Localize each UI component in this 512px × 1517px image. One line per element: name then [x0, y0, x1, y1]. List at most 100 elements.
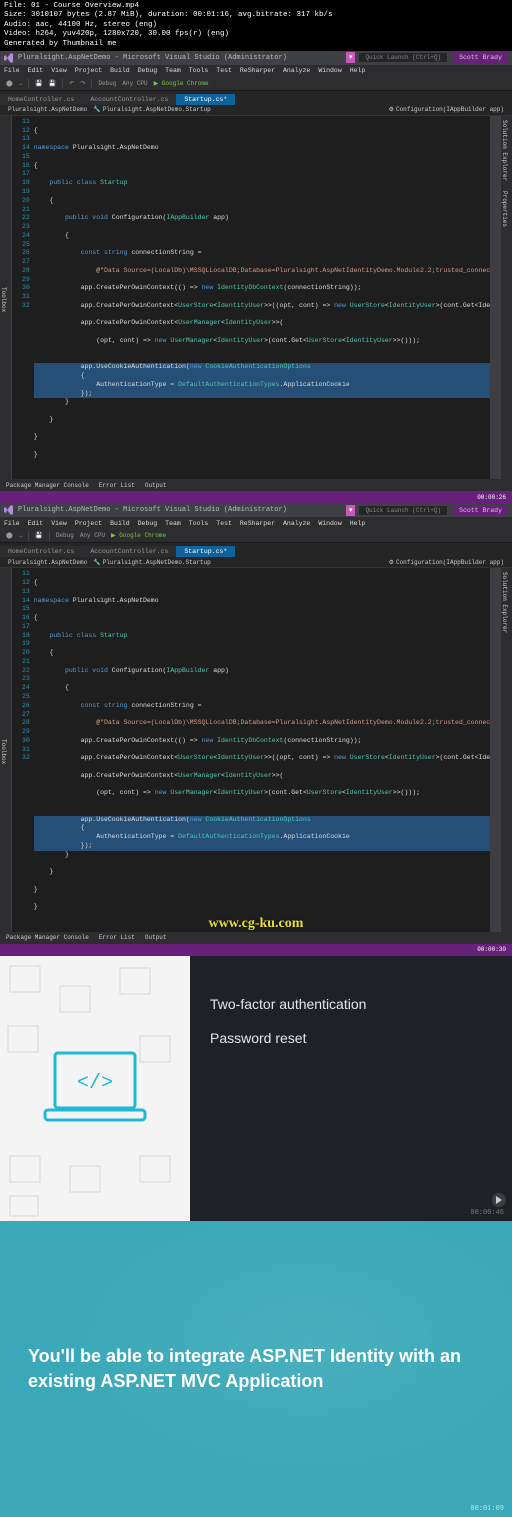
meta-size: Size: 3010107 bytes (2.87 MiB), duration… [4, 11, 508, 20]
code-content[interactable]: { namespace Pluralsight.AspNetDemo { pub… [34, 116, 490, 479]
document-tabs: HomeController.cs AccountController.cs S… [0, 91, 512, 105]
save-all-icon[interactable]: 💾 [49, 80, 56, 87]
menu-build[interactable]: Build [110, 67, 130, 74]
solution-explorer-tab[interactable]: Solution Explorer [501, 120, 508, 181]
meta-file: File: 01 - Course Overview.mp4 [4, 2, 508, 11]
nav-back-icon[interactable]: ⬤ [6, 80, 13, 87]
tab-account-controller[interactable]: AccountController.cs [82, 546, 176, 557]
solution-explorer-tab[interactable]: Solution Explorer [501, 572, 508, 633]
menu-window[interactable]: Window [318, 67, 341, 74]
breadcrumb-class[interactable]: 🔧 Pluralsight.AspNetDemo.Startup [93, 559, 211, 566]
menu-analyze[interactable]: Analyze [283, 520, 310, 527]
menu-edit[interactable]: Edit [28, 67, 44, 74]
code-editor[interactable]: 1112131415161718192021222324252627282930… [12, 116, 500, 479]
menu-resharper[interactable]: ReSharper [240, 67, 275, 74]
vs-diag-icon[interactable]: ▾ [346, 52, 356, 63]
menu-test[interactable]: Test [216, 520, 232, 527]
vertical-scrollbar[interactable] [490, 568, 500, 931]
titlebar: Pluralsight.AspNetDemo - Microsoft Visua… [0, 503, 512, 517]
menu-window[interactable]: Window [318, 520, 341, 527]
breadcrumb-method[interactable]: ⚙ Configuration(IAppBuilder app) [389, 106, 504, 113]
tab-startup[interactable]: Startup.cs* [176, 546, 235, 557]
user-badge[interactable]: Scott Brady [453, 52, 508, 63]
play-icon[interactable] [492, 1193, 506, 1207]
nav-fwd-icon[interactable]: → [19, 80, 23, 87]
menu-file[interactable]: File [4, 520, 20, 527]
error-list-tab[interactable]: Error List [99, 934, 135, 941]
user-badge[interactable]: Scott Brady [453, 505, 508, 516]
media-metadata: File: 01 - Course Overview.mp4 Size: 301… [0, 0, 512, 51]
error-list-tab[interactable]: Error List [99, 482, 135, 489]
tab-home-controller[interactable]: HomeController.cs [0, 546, 82, 557]
menu-file[interactable]: File [4, 67, 20, 74]
line-numbers: 1112131415161718192021222324252627282930… [12, 568, 34, 931]
pkg-mgr-tab[interactable]: Package Manager Console [6, 482, 89, 489]
slide-text: Password reset [210, 1030, 492, 1046]
menu-debug[interactable]: Debug [138, 67, 158, 74]
tab-home-controller[interactable]: HomeController.cs [0, 94, 82, 105]
document-tabs: HomeController.cs AccountController.cs S… [0, 543, 512, 557]
menu-build[interactable]: Build [110, 520, 130, 527]
menu-analyze[interactable]: Analyze [283, 67, 310, 74]
quick-launch-input[interactable]: Quick Launch (Ctrl+Q) [359, 506, 447, 515]
start-button[interactable]: ▶ Google Chrome [111, 532, 166, 539]
pkg-mgr-tab[interactable]: Package Manager Console [6, 934, 89, 941]
config-dropdown[interactable]: Debug [98, 80, 116, 87]
laptop-icon: </> [40, 1048, 150, 1128]
menu-bar: File Edit View Project Build Debug Team … [0, 517, 512, 529]
menu-help[interactable]: Help [350, 520, 366, 527]
menu-test[interactable]: Test [216, 67, 232, 74]
nav-back-icon[interactable]: ⬤ [6, 532, 13, 539]
meta-audio: Audio: aac, 44100 Hz, stereo (eng) [4, 21, 508, 30]
titlebar: Pluralsight.AspNetDemo - Microsoft Visua… [0, 51, 512, 65]
breadcrumb-class[interactable]: 🔧 Pluralsight.AspNetDemo.Startup [93, 106, 211, 113]
platform-dropdown[interactable]: Any CPU [80, 532, 105, 539]
save-icon[interactable]: 💾 [35, 80, 42, 87]
vertical-scrollbar[interactable] [490, 116, 500, 479]
start-button[interactable]: ▶ Google Chrome [154, 80, 209, 87]
breadcrumb-method[interactable]: ⚙ Configuration(IAppBuilder app) [389, 559, 504, 566]
slide-illustration: </> [0, 956, 190, 1221]
right-side-tabs: Solution Explorer Properties [500, 116, 512, 479]
properties-tab[interactable]: Properties [501, 191, 508, 227]
timestamp: 00:01:09 [470, 1505, 504, 1513]
slide-heading: Two-factor authentication [210, 996, 492, 1012]
watermark-text: www.cg-ku.com [209, 916, 304, 932]
toolbox-tab[interactable]: Toolbox [0, 116, 12, 479]
code-editor[interactable]: 1112131415161718192021222324252627282930… [12, 568, 500, 931]
meta-gen: Generated by Thumbnail me [4, 40, 508, 49]
save-icon[interactable]: 💾 [35, 532, 42, 539]
config-dropdown[interactable]: Debug [56, 532, 74, 539]
undo-icon[interactable]: ↶ [69, 80, 74, 87]
output-tab[interactable]: Output [145, 934, 167, 941]
nav-fwd-icon[interactable]: → [19, 532, 23, 539]
toolbox-tab[interactable]: Toolbox [0, 568, 12, 931]
menu-tools[interactable]: Tools [189, 520, 209, 527]
window-title: Pluralsight.AspNetDemo - Microsoft Visua… [18, 54, 287, 62]
menu-resharper[interactable]: ReSharper [240, 520, 275, 527]
tab-account-controller[interactable]: AccountController.cs [82, 94, 176, 105]
code-content[interactable]: { namespace Pluralsight.AspNetDemo { pub… [34, 568, 490, 931]
vs-diag-icon[interactable]: ▾ [346, 505, 356, 516]
menu-view[interactable]: View [51, 67, 67, 74]
menu-edit[interactable]: Edit [28, 520, 44, 527]
menu-tools[interactable]: Tools [189, 67, 209, 74]
menu-team[interactable]: Team [165, 67, 181, 74]
menu-project[interactable]: Project [75, 67, 102, 74]
breadcrumb-project[interactable]: Pluralsight.AspNetDemo [8, 106, 87, 113]
visual-studio-pane-1: Pluralsight.AspNetDemo - Microsoft Visua… [0, 51, 512, 503]
menu-view[interactable]: View [51, 520, 67, 527]
menu-project[interactable]: Project [75, 520, 102, 527]
breadcrumb-project[interactable]: Pluralsight.AspNetDemo [8, 559, 87, 566]
menu-team[interactable]: Team [165, 520, 181, 527]
tab-startup[interactable]: Startup.cs* [176, 94, 235, 105]
svg-text:</>: </> [77, 1072, 113, 1095]
output-tab[interactable]: Output [145, 482, 167, 489]
redo-icon[interactable]: ↷ [80, 80, 85, 87]
menu-debug[interactable]: Debug [138, 520, 158, 527]
platform-dropdown[interactable]: Any CPU [122, 80, 147, 87]
toolbar: ⬤ → 💾 💾 ↶ ↷ Debug Any CPU ▶ Google Chrom… [0, 77, 512, 91]
slide-integrate-identity: You'll be able to integrate ASP.NET Iden… [0, 1221, 512, 1517]
menu-help[interactable]: Help [350, 67, 366, 74]
quick-launch-input[interactable]: Quick Launch (Ctrl+Q) [359, 53, 447, 62]
